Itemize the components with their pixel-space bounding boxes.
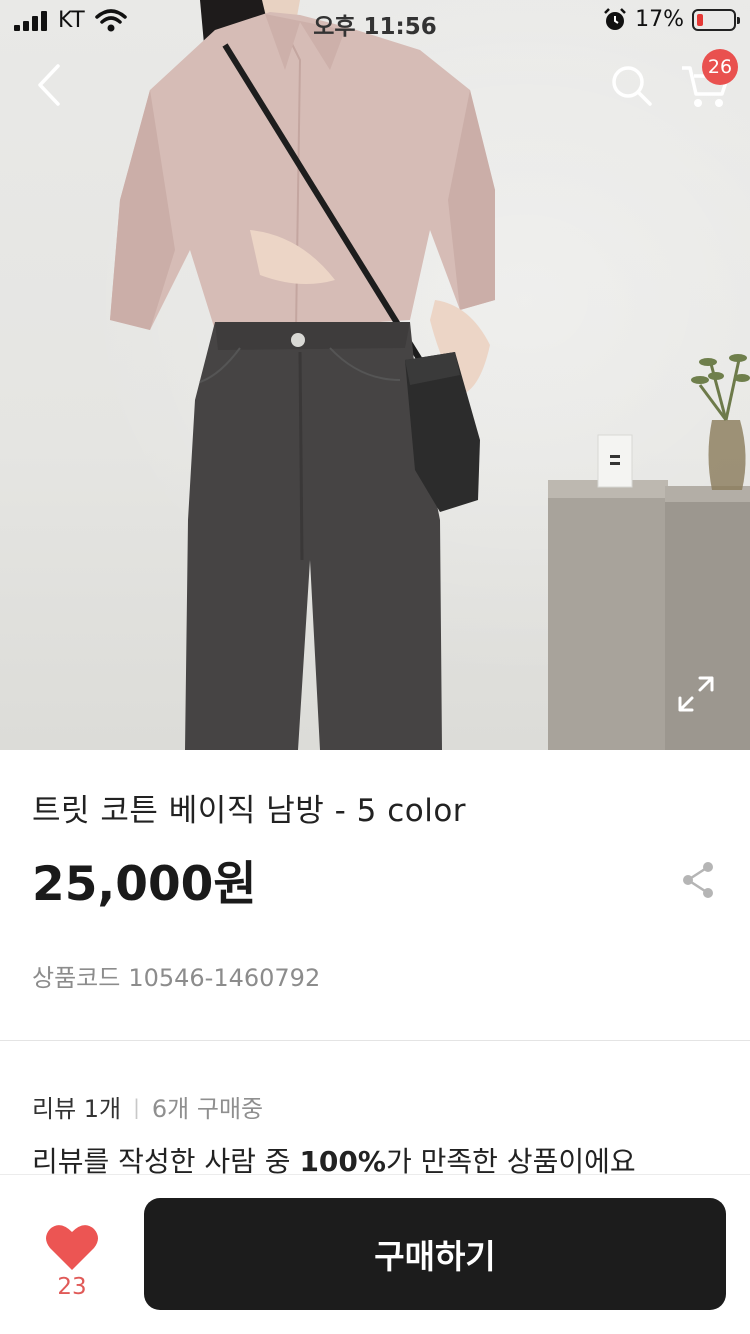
status-right: 17% — [603, 7, 740, 32]
status-bar: KT 오후 11:56 17% — [0, 0, 750, 40]
product-code: 상품코드 10546-1460792 — [32, 958, 320, 993]
purchase-count: 6개 구매중 — [151, 1095, 264, 1123]
product-code-value: 10546-1460792 — [128, 964, 321, 992]
review-separator: | — [133, 1094, 140, 1119]
back-chevron-icon[interactable] — [30, 58, 80, 112]
product-code-label: 상품코드 — [32, 964, 121, 992]
share-icon[interactable] — [680, 860, 716, 900]
expand-icon[interactable] — [676, 674, 716, 714]
product-price: 25,000원 — [32, 857, 257, 912]
alarm-icon — [604, 7, 626, 30]
review-count[interactable]: 리뷰 1개 — [32, 1089, 121, 1124]
battery-percent: 17% — [635, 7, 684, 32]
cart-badge: 26 — [702, 49, 738, 85]
review-summary[interactable]: 리뷰 1개 | 6개 구매중 — [32, 1089, 263, 1124]
search-icon[interactable] — [606, 60, 658, 112]
section-divider — [0, 1040, 750, 1041]
product-title: 트릿 코튼 베이직 남방 - 5 color — [32, 793, 467, 829]
buy-button[interactable]: 구매하기 — [144, 1198, 726, 1310]
battery-icon — [692, 8, 740, 31]
battery-level — [697, 13, 703, 26]
heart-icon[interactable] — [44, 1222, 100, 1272]
like-count: 23 — [57, 1274, 87, 1300]
product-image[interactable]: KT 오후 11:56 17% 26 — [0, 0, 750, 750]
product-photo-illustration — [110, 0, 750, 750]
product-detail-page: KT 오후 11:56 17% 26 트릿 코튼 베이직 남방 - 5 colo… — [0, 0, 750, 1334]
